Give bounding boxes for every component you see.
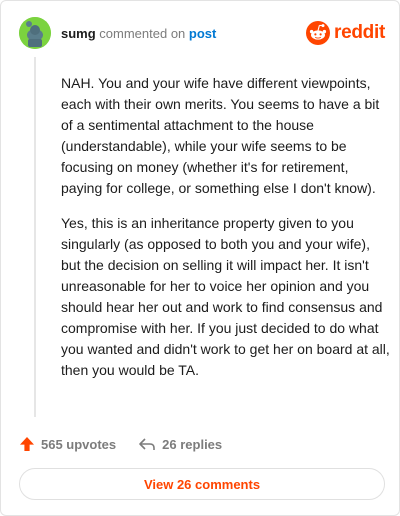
- comment-card: sumg commented on post reddit NAH. You a…: [0, 0, 400, 516]
- avatar[interactable]: [19, 17, 51, 49]
- comment-footer: 565 upvotes 26 replies: [19, 433, 244, 455]
- view-comments-button[interactable]: View 26 comments: [19, 468, 385, 500]
- replies-count: 26 replies: [162, 436, 223, 452]
- comment-body: NAH. You and your wife have different vi…: [61, 73, 391, 395]
- replies-button[interactable]: 26 replies: [138, 436, 222, 452]
- action-text: commented on: [99, 26, 186, 41]
- comment-paragraph: NAH. You and your wife have different vi…: [61, 75, 380, 196]
- reply-arrow-icon: [139, 438, 155, 450]
- reddit-wordmark: reddit: [334, 22, 385, 43]
- upvote-arrow-icon: [20, 437, 34, 451]
- comment-paragraph: Yes, this is an inheritance property giv…: [61, 215, 390, 378]
- reddit-logo-icon: [306, 21, 331, 45]
- post-link[interactable]: post: [189, 26, 216, 41]
- avatar-icon: [19, 17, 51, 49]
- comment-meta: sumg commented on post: [61, 26, 216, 41]
- upvote-button[interactable]: 565 upvotes: [19, 436, 116, 452]
- thread-line[interactable]: [34, 57, 36, 417]
- username[interactable]: sumg: [61, 26, 96, 41]
- upvote-count: 565 upvotes: [41, 436, 117, 452]
- comment-header: sumg commented on post reddit: [19, 17, 385, 53]
- reddit-logo[interactable]: reddit: [306, 20, 385, 46]
